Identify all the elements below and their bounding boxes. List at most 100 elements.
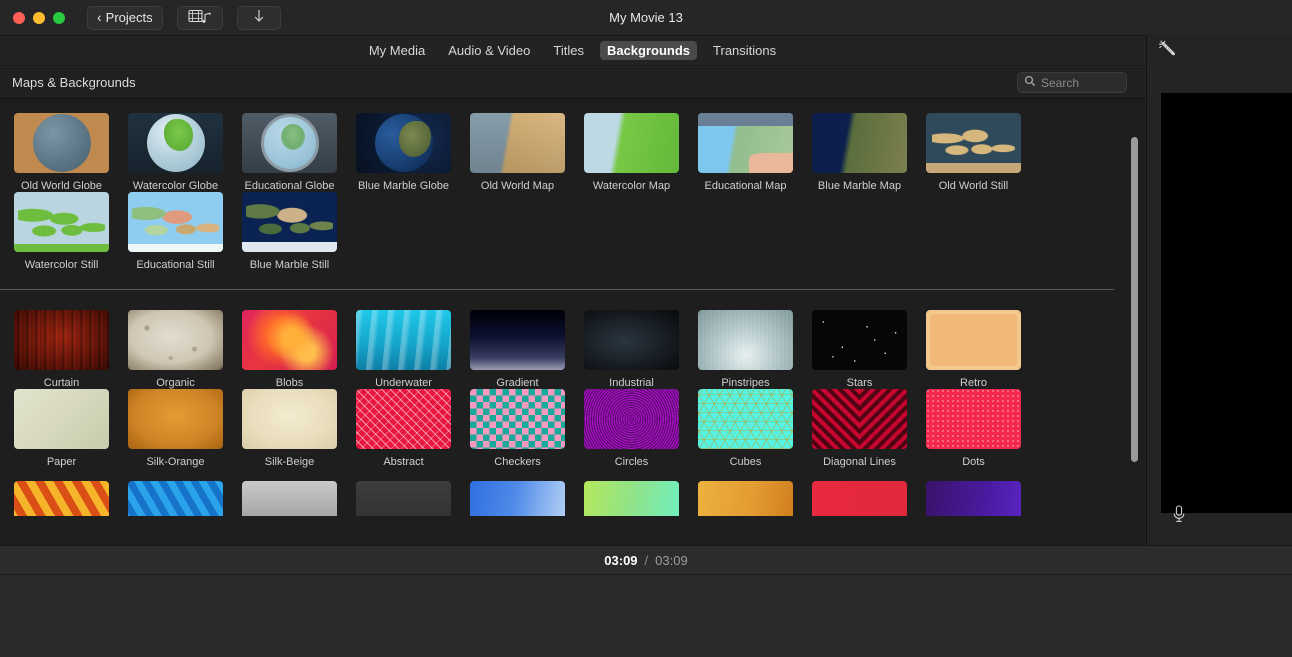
thumbnail[interactable] — [242, 310, 337, 370]
close-window-button[interactable] — [13, 12, 25, 24]
list-item[interactable]: Blue Marble Map — [812, 113, 926, 192]
thumbnail[interactable] — [242, 389, 337, 449]
list-item[interactable]: Old World Map — [470, 113, 584, 192]
voiceover-button[interactable] — [1167, 502, 1191, 530]
thumbnail[interactable] — [812, 113, 907, 173]
list-item[interactable]: Diagonal Lines — [812, 389, 926, 468]
list-item[interactable]: Retro — [926, 310, 1040, 389]
maps-grid: Old World Globe Watercolor Globe Educati… — [0, 99, 1110, 271]
thumbnail[interactable] — [698, 389, 793, 449]
list-item[interactable] — [698, 481, 812, 516]
thumbnail[interactable] — [926, 310, 1021, 370]
thumbnail[interactable] — [14, 192, 109, 252]
list-item[interactable]: Paper — [14, 389, 128, 468]
tab-audio-video[interactable]: Audio & Video — [441, 41, 537, 60]
thumbnail[interactable] — [242, 113, 337, 173]
thumbnail[interactable] — [14, 389, 109, 449]
thumbnail[interactable] — [812, 310, 907, 370]
list-item[interactable]: Watercolor Map — [584, 113, 698, 192]
thumbnail[interactable] — [14, 113, 109, 173]
thumbnail[interactable] — [926, 481, 1021, 516]
list-item[interactable]: Old World Globe — [14, 113, 128, 192]
viewer-screen[interactable] — [1161, 93, 1292, 513]
list-item[interactable]: Educational Still — [128, 192, 242, 271]
thumbnail[interactable] — [698, 310, 793, 370]
tab-backgrounds[interactable]: Backgrounds — [600, 41, 697, 60]
thumbnail[interactable] — [356, 310, 451, 370]
list-item[interactable]: Educational Map — [698, 113, 812, 192]
browser-scrollbar[interactable] — [1131, 137, 1138, 477]
list-item[interactable]: Blue Marble Still — [242, 192, 356, 271]
thumbnail[interactable] — [14, 310, 109, 370]
media-browser: Maps & Backgrounds Search Old World Glob — [0, 67, 1145, 545]
list-item[interactable]: Old World Still — [926, 113, 1040, 192]
thumbnail[interactable] — [128, 113, 223, 173]
minimize-window-button[interactable] — [33, 12, 45, 24]
list-item[interactable] — [584, 481, 698, 516]
list-item[interactable]: Curtain — [14, 310, 128, 389]
thumbnail[interactable] — [128, 389, 223, 449]
list-item[interactable]: Cubes — [698, 389, 812, 468]
list-item[interactable]: Dots — [926, 389, 1040, 468]
list-item[interactable]: Underwater — [356, 310, 470, 389]
thumbnail[interactable] — [128, 310, 223, 370]
thumbnail[interactable] — [470, 310, 565, 370]
list-item[interactable]: Circles — [584, 389, 698, 468]
import-media-button[interactable] — [177, 6, 223, 30]
list-item[interactable]: Stars — [812, 310, 926, 389]
thumbnail[interactable] — [356, 113, 451, 173]
timeline-area[interactable] — [0, 575, 1292, 657]
thumbnail[interactable] — [926, 389, 1021, 449]
search-field[interactable]: Search — [1017, 72, 1127, 93]
thumbnail[interactable] — [470, 389, 565, 449]
thumbnail[interactable] — [356, 481, 451, 516]
thumbnail[interactable] — [14, 481, 109, 516]
thumbnail[interactable] — [128, 192, 223, 252]
list-item[interactable] — [128, 481, 242, 516]
list-item[interactable]: Silk-Orange — [128, 389, 242, 468]
thumbnail[interactable] — [242, 192, 337, 252]
item-label: Blobs — [242, 377, 337, 389]
magic-wand-icon[interactable] — [1158, 38, 1178, 63]
thumbnail[interactable] — [812, 481, 907, 516]
thumbnail[interactable] — [698, 481, 793, 516]
list-item[interactable]: Blue Marble Globe — [356, 113, 470, 192]
thumbnail[interactable] — [698, 113, 793, 173]
thumbnail[interactable] — [242, 481, 337, 516]
list-item[interactable]: Gradient — [470, 310, 584, 389]
list-item[interactable] — [470, 481, 584, 516]
list-item[interactable]: Abstract — [356, 389, 470, 468]
thumbnail[interactable] — [470, 113, 565, 173]
thumbnail[interactable] — [584, 481, 679, 516]
download-button[interactable] — [237, 6, 281, 30]
list-item[interactable]: Pinstripes — [698, 310, 812, 389]
tab-transitions[interactable]: Transitions — [706, 41, 783, 60]
zoom-window-button[interactable] — [53, 12, 65, 24]
list-item[interactable]: Checkers — [470, 389, 584, 468]
thumbnail[interactable] — [584, 113, 679, 173]
list-item[interactable]: Watercolor Still — [14, 192, 128, 271]
list-item[interactable]: Watercolor Globe — [128, 113, 242, 192]
thumbnail[interactable] — [356, 389, 451, 449]
thumbnail[interactable] — [926, 113, 1021, 173]
list-item[interactable] — [812, 481, 926, 516]
thumbnail[interactable] — [584, 389, 679, 449]
tab-my-media[interactable]: My Media — [362, 41, 432, 60]
list-item[interactable] — [242, 481, 356, 516]
list-item[interactable] — [14, 481, 128, 516]
list-item[interactable]: Industrial — [584, 310, 698, 389]
list-item[interactable]: Silk-Beige — [242, 389, 356, 468]
scrollbar-thumb[interactable] — [1131, 137, 1138, 462]
projects-back-button[interactable]: ‹ Projects — [87, 6, 163, 30]
list-item[interactable]: Blobs — [242, 310, 356, 389]
list-item[interactable] — [926, 481, 1040, 516]
list-item[interactable]: Educational Globe — [242, 113, 356, 192]
list-item[interactable]: Organic — [128, 310, 242, 389]
thumbnail[interactable] — [470, 481, 565, 516]
section-divider — [0, 289, 1114, 290]
thumbnail[interactable] — [128, 481, 223, 516]
list-item[interactable] — [356, 481, 470, 516]
thumbnail[interactable] — [584, 310, 679, 370]
thumbnail[interactable] — [812, 389, 907, 449]
tab-titles[interactable]: Titles — [546, 41, 591, 60]
